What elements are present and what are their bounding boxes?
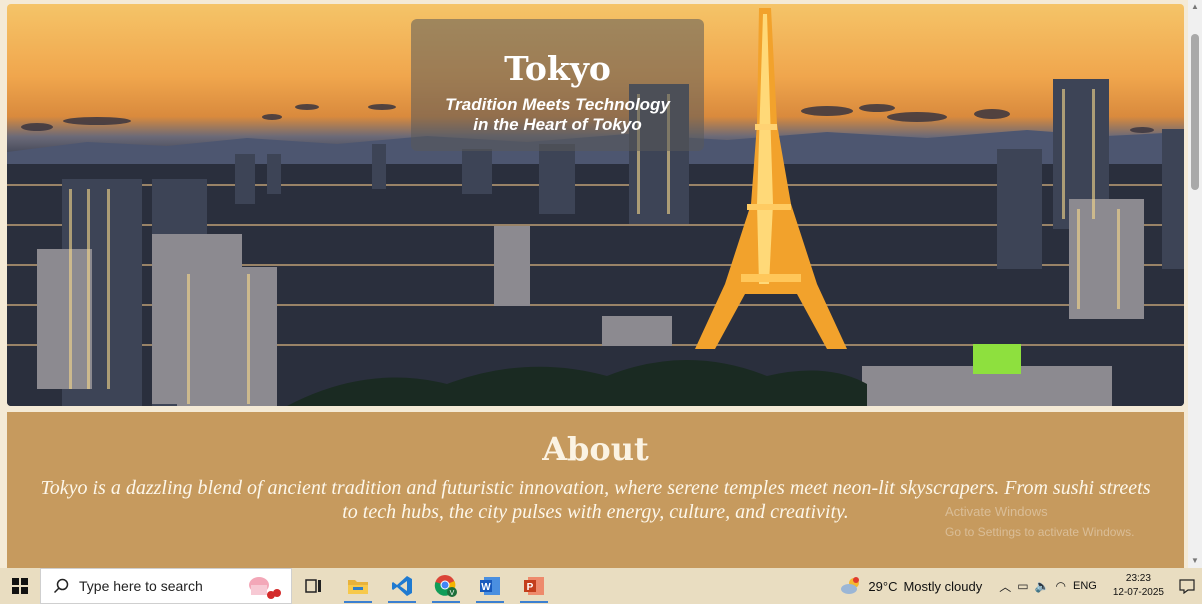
task-view-icon <box>305 579 321 593</box>
chrome-button[interactable]: V <box>424 568 468 604</box>
windows-taskbar: Type here to search V W P 29°C Mostly cl… <box>0 568 1202 604</box>
search-icon <box>53 578 69 594</box>
weather-description: Mostly cloudy <box>903 578 983 594</box>
taskbar-search-box[interactable]: Type here to search <box>40 568 292 604</box>
powerpoint-button[interactable]: P <box>512 568 556 604</box>
scroll-down-arrow-icon[interactable]: ▼ <box>1188 554 1202 568</box>
clock-time: 23:23 <box>1125 573 1151 584</box>
svg-text:P: P <box>527 582 534 593</box>
clock-date: 12-07-2025 <box>1112 587 1164 598</box>
language-indicator[interactable]: ENG <box>1073 580 1097 592</box>
notification-icon <box>1179 579 1195 594</box>
vscode-icon <box>392 576 412 596</box>
search-placeholder: Type here to search <box>79 578 203 594</box>
system-tray: 29°C Mostly cloudy ︿ ▭ 🔈 ◠ ENG 23:23 12-… <box>840 568 1202 604</box>
vertical-scrollbar[interactable]: ▲ ▼ <box>1188 0 1202 568</box>
speaker-icon[interactable]: 🔈 <box>1035 579 1050 593</box>
watermark-line1: Activate Windows <box>945 504 1048 519</box>
hero-subtitle-line1: Tradition Meets Technology <box>445 95 670 114</box>
scroll-up-arrow-icon[interactable]: ▲ <box>1188 0 1202 14</box>
hero-subtitle: Tradition Meets Technology in the Heart … <box>411 95 704 135</box>
search-highlight-icon <box>249 577 281 599</box>
weather-temperature: 29°C <box>868 578 898 594</box>
svg-text:V: V <box>450 590 455 597</box>
task-view-button[interactable] <box>292 568 336 604</box>
battery-icon[interactable]: ▭ <box>1017 579 1028 593</box>
file-explorer-icon <box>348 580 368 594</box>
word-button[interactable]: W <box>468 568 512 604</box>
about-title: About <box>542 430 649 468</box>
browser-viewport: Tokyo Tradition Meets Technology in the … <box>0 0 1188 568</box>
vscode-button[interactable] <box>380 568 424 604</box>
weather-widget[interactable]: 29°C Mostly cloudy <box>840 576 982 596</box>
hero-subtitle-line2: in the Heart of Tokyo <box>473 115 642 134</box>
watermark-line2: Go to Settings to activate Windows. <box>945 525 1135 539</box>
wifi-icon[interactable]: ◠ <box>1056 579 1066 593</box>
powerpoint-icon: P <box>524 577 544 595</box>
word-icon: W <box>480 577 500 595</box>
svg-text:W: W <box>481 582 491 593</box>
chevron-up-icon[interactable]: ︿ <box>999 578 1011 595</box>
cloudy-weather-icon <box>841 577 860 594</box>
clock[interactable]: 23:23 12-07-2025 <box>1113 572 1164 600</box>
about-section: About Tokyo is a dazzling blend of ancie… <box>7 412 1184 568</box>
file-explorer-button[interactable] <box>336 568 380 604</box>
scroll-thumb[interactable] <box>1191 34 1199 190</box>
activate-windows-watermark: Activate Windows Go to Settings to activ… <box>945 502 1134 542</box>
hero-title-box: Tokyo Tradition Meets Technology in the … <box>411 19 704 151</box>
notification-button[interactable] <box>1172 578 1202 594</box>
hero-banner: Tokyo Tradition Meets Technology in the … <box>7 4 1184 406</box>
chrome-icon: V <box>434 575 457 597</box>
start-button[interactable] <box>0 568 40 604</box>
windows-logo-icon <box>12 578 28 594</box>
hero-title: Tokyo <box>504 49 611 88</box>
